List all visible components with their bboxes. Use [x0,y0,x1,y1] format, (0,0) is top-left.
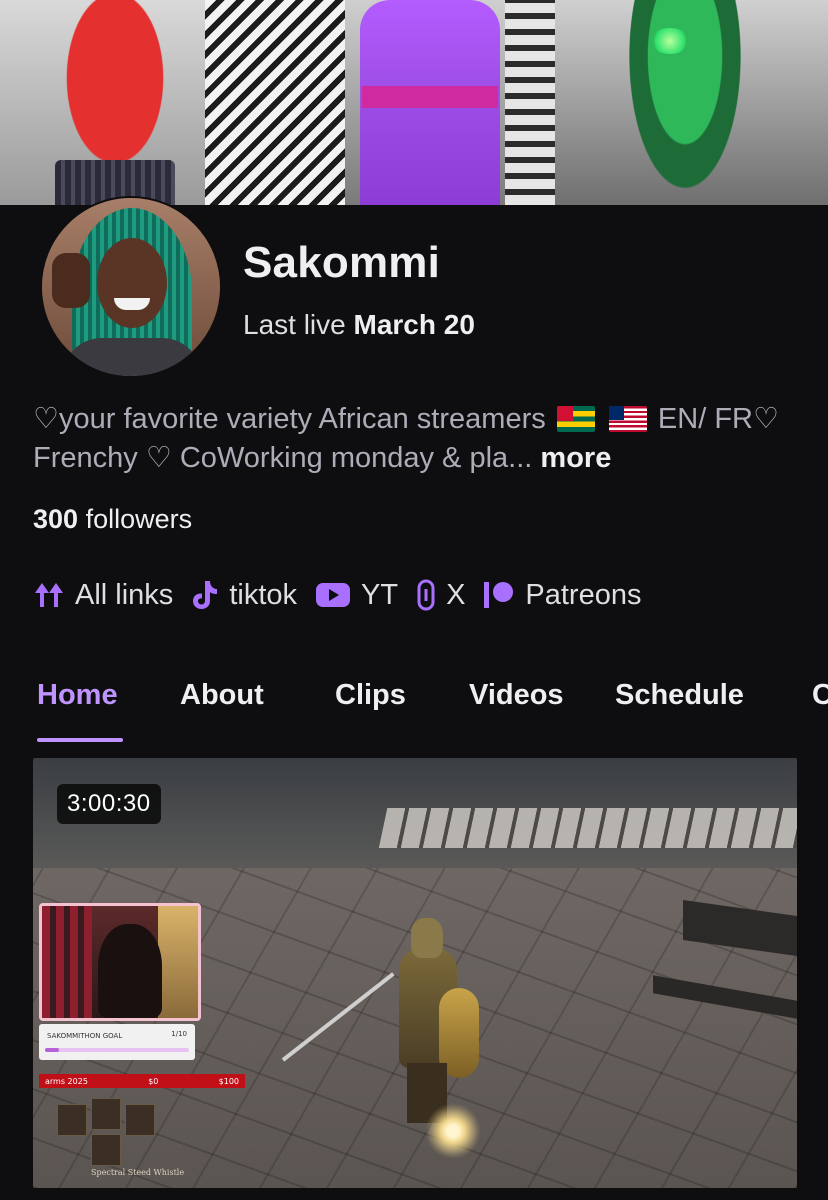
link-label: All links [75,578,174,611]
goal-progress-bar [45,1048,189,1052]
game-items [51,1098,161,1168]
followers-number: 300 [33,504,79,534]
webcam-curtain [158,906,198,1018]
game-item-slot [125,1104,155,1136]
video-thumbnail[interactable]: 3:00:30 SAKOMMITHON GOAL 1/10 arms 2025 … [33,758,797,1188]
video-duration-badge: 3:00:30 [57,784,161,824]
link-youtube[interactable]: YT [315,579,398,612]
goal-count: 1/10 [171,1030,187,1038]
avatar-shirt [62,338,202,376]
all-links-icon [35,583,63,607]
avatar-face [97,238,167,328]
followers-count: 300 followers [33,504,192,535]
game-item-slot [91,1098,121,1130]
goal-widget: SAKOMMITHON GOAL 1/10 [39,1024,195,1060]
goal-title: SAKOMMITHON GOAL [47,1032,123,1040]
game-item-caption: Spectral Steed Whistle [91,1168,185,1177]
last-live-label: Last live [243,309,346,340]
tab-clips[interactable]: Clips [335,679,406,712]
link-tiktok[interactable]: tiktok [191,579,297,612]
knight-head [411,918,443,958]
tab-schedule[interactable]: Schedule [615,679,744,712]
banner-panel [505,0,555,205]
banner-figure-belt [362,86,498,108]
tab-videos[interactable]: Videos [469,679,564,712]
game-item-slot [57,1104,87,1136]
link-label: Patreons [525,578,642,611]
liberia-flag-icon [608,406,647,432]
link-all-links[interactable]: All links [33,579,173,612]
channel-name: Sakommi [243,238,441,287]
youtube-icon [316,583,350,607]
webcam-clothes-rack [42,906,92,1018]
link-x[interactable]: X [416,579,465,612]
donation-target: $100 [218,1076,239,1086]
webcam-person [98,924,162,1018]
link-label: YT [361,578,399,611]
donation-current: $0 [148,1076,159,1086]
donation-name: arms 2025 [45,1076,88,1086]
thumbnail-knight [381,908,479,1128]
tab-about[interactable]: About [180,679,264,712]
thumbnail-glow [425,1103,481,1159]
channel-bio: ♡your favorite variety African streamers… [33,400,803,478]
webcam-overlay [39,903,201,1021]
link-patreon[interactable]: Patreons [483,579,641,612]
patreon-icon [484,582,514,608]
last-live-date: March 20 [353,309,475,340]
social-links: All links tiktok YT X Patreons [33,575,659,615]
tab-home[interactable]: Home [37,679,118,712]
link-label: X [446,578,466,611]
togo-flag-icon [556,406,595,432]
banner-figure-green [620,0,750,205]
thumbnail-stones [378,808,797,848]
donation-bar: arms 2025 $0 $100 [39,1074,245,1088]
tiktok-icon [193,581,218,609]
tab-more[interactable]: C [812,679,828,712]
banner-figure-orb [650,28,690,54]
banner-panel [205,0,345,205]
goal-progress-fill [45,1048,60,1052]
link-label: tiktok [229,578,297,611]
avatar-hand [52,253,90,308]
game-item-slot [91,1134,121,1166]
bio-text-1: ♡your favorite variety African streamers [33,403,546,435]
channel-tabs: Home About Clips Videos Schedule C [0,676,828,746]
link-icon [417,579,435,611]
followers-label: followers [85,504,193,534]
avatar[interactable] [40,196,222,378]
bio-more-button[interactable]: more [540,442,611,474]
profile-banner [0,0,828,205]
last-live: Last live March 20 [243,309,475,341]
active-tab-indicator [37,738,123,742]
